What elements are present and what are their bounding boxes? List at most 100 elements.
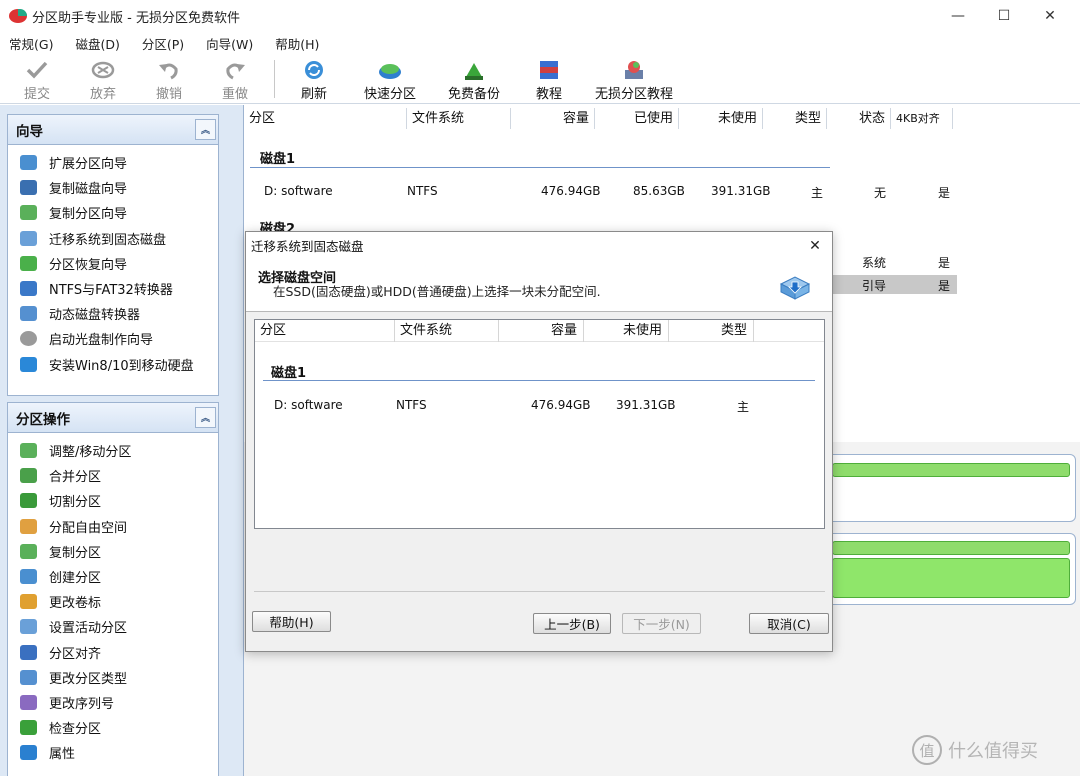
row-free: 391.31GB — [711, 184, 771, 198]
op-resize-move[interactable]: 调整/移动分区 — [8, 438, 218, 463]
op-split[interactable]: 切割分区 — [8, 488, 218, 513]
window-title: 分区助手专业版 - 无损分区免费软件 — [32, 10, 240, 26]
wizard-boot-cd[interactable]: 启动光盘制作向导 — [8, 326, 218, 351]
collapse-icon[interactable]: ︽ — [195, 407, 216, 428]
wizard-ntfs-fat32[interactable]: NTFS与FAT32转换器 — [8, 276, 218, 301]
partition-bar[interactable] — [832, 558, 1070, 598]
col-capacity[interactable]: 容量 — [499, 320, 584, 342]
col-4k-aligned[interactable]: 4KB对齐 — [891, 108, 953, 129]
partition-recovery-icon — [20, 255, 37, 271]
watermark-logo-icon: 值 — [912, 735, 942, 765]
col-filesystem[interactable]: 文件系统 — [395, 320, 499, 342]
free-backup-button[interactable]: 免费备份 — [445, 58, 503, 102]
refresh-button[interactable]: 刷新 — [297, 58, 331, 102]
op-change-label[interactable]: 更改卷标 — [8, 589, 218, 614]
wizard-group-header[interactable]: 向导 ︽ — [8, 115, 218, 145]
col-type[interactable]: 类型 — [763, 108, 827, 129]
menu-wizard[interactable]: 向导(W) — [206, 34, 253, 53]
menu-disk[interactable]: 磁盘(D) — [75, 34, 119, 53]
disk1-map[interactable] — [827, 454, 1076, 522]
op-check-partition[interactable]: 检查分区 — [8, 715, 218, 740]
op-item-label: 更改序列号 — [49, 696, 115, 712]
change-type-icon — [20, 669, 37, 685]
disk-download-icon — [779, 276, 811, 300]
table-row-selected[interactable]: 引导 是 — [830, 275, 957, 294]
col-filesystem[interactable]: 文件系统 — [407, 108, 511, 129]
lossless-tutorial-button[interactable]: 无损分区教程 — [595, 58, 673, 102]
partition-bar[interactable] — [832, 541, 1070, 555]
op-create-partition[interactable]: 创建分区 — [8, 564, 218, 589]
op-merge[interactable]: 合并分区 — [8, 463, 218, 488]
wizard-partition-recovery[interactable]: 分区恢复向导 — [8, 251, 218, 276]
quick-partition-button[interactable]: 快速分区 — [361, 58, 419, 102]
op-set-active[interactable]: 设置活动分区 — [8, 614, 218, 639]
cancel-button[interactable]: 取消(C) — [749, 613, 829, 634]
col-status[interactable]: 状态 — [827, 108, 891, 129]
commit-button[interactable]: 提交 — [20, 58, 54, 102]
tutorial-button[interactable]: 教程 — [533, 58, 565, 102]
help-button[interactable]: 帮助(H) — [252, 611, 331, 632]
redo-button[interactable]: 重做 — [218, 58, 252, 102]
table-header: 分区 文件系统 容量 已使用 未使用 类型 状态 4KB对齐 — [244, 108, 1080, 129]
op-copy-partition[interactable]: 复制分区 — [8, 539, 218, 564]
split-icon — [20, 493, 37, 509]
col-used[interactable]: 已使用 — [595, 108, 679, 129]
col-type[interactable]: 类型 — [669, 320, 754, 342]
col-partition[interactable]: 分区 — [255, 320, 395, 342]
wizard-migrate-os-ssd[interactable]: 迁移系统到固态磁盘 — [8, 226, 218, 251]
properties-icon — [20, 745, 37, 761]
partition-bar[interactable] — [832, 463, 1070, 477]
wizard-item-label: 分区恢复向导 — [49, 257, 128, 273]
copy-partition-icon — [20, 543, 37, 559]
collapse-icon[interactable]: ︽ — [195, 119, 216, 140]
row-capacity: 476.94GB — [541, 184, 601, 198]
row-aligned: 是 — [938, 279, 951, 293]
menu-general[interactable]: 常规(G) — [9, 34, 53, 53]
minimize-button[interactable]: — — [935, 0, 981, 32]
op-change-type[interactable]: 更改分区类型 — [8, 665, 218, 690]
back-button[interactable]: 上一步(B) — [533, 613, 611, 634]
undo-button[interactable]: 撤销 — [152, 58, 186, 102]
tutorial-label: 教程 — [535, 87, 562, 102]
next-button[interactable]: 下一步(N) — [622, 613, 701, 634]
ops-group-header[interactable]: 分区操作 ︽ — [8, 403, 218, 433]
close-button[interactable]: ✕ — [1027, 0, 1073, 32]
menu-help[interactable]: 帮助(H) — [275, 34, 319, 53]
backup-icon — [465, 63, 483, 80]
wizard-extend-partition[interactable]: 扩展分区向导 — [8, 150, 218, 175]
dialog-close-icon[interactable]: ✕ — [798, 232, 832, 259]
toolbar: 提交 放弃 撤销 重做 刷新 快速分区 免费备份 教程 无损分区教程 — [0, 54, 1080, 104]
row-name: D: software — [274, 398, 343, 412]
col-free[interactable]: 未使用 — [679, 108, 763, 129]
create-partition-icon — [20, 569, 37, 585]
op-align[interactable]: 分区对齐 — [8, 640, 218, 665]
wizard-win-to-go[interactable]: 安装Win8/10到移动硬盘 — [8, 352, 218, 377]
row-aligned: 是 — [938, 256, 951, 270]
row-status: 引导 — [862, 279, 887, 293]
col-free[interactable]: 未使用 — [584, 320, 669, 342]
wizard-copy-disk[interactable]: 复制磁盘向导 — [8, 175, 218, 200]
op-item-label: 切割分区 — [49, 495, 102, 511]
col-partition[interactable]: 分区 — [244, 108, 407, 129]
row-used: 85.63GB — [633, 184, 685, 198]
maximize-button[interactable]: ☐ — [981, 0, 1027, 32]
discard-button[interactable]: 放弃 — [86, 58, 120, 102]
op-allocate-free-space[interactable]: 分配自由空间 — [8, 514, 218, 539]
discard-label: 放弃 — [89, 87, 116, 102]
windows-icon — [20, 356, 37, 372]
col-capacity[interactable]: 容量 — [511, 108, 595, 129]
op-item-label: 更改卷标 — [49, 596, 102, 612]
wizard-group: 向导 ︽ 扩展分区向导 复制磁盘向导 复制分区向导 迁移系统到固态磁盘 分区恢复… — [7, 114, 219, 396]
op-properties[interactable]: 属性 — [8, 740, 218, 765]
wizard-dynamic-disk[interactable]: 动态磁盘转换器 — [8, 301, 218, 326]
menu-partition[interactable]: 分区(P) — [142, 34, 184, 53]
wizard-copy-partition[interactable]: 复制分区向导 — [8, 200, 218, 225]
op-item-label: 调整/移动分区 — [49, 445, 132, 461]
ntfs-fat32-icon — [20, 281, 37, 297]
toolbar-separator — [274, 60, 275, 98]
row-status: 系统 — [862, 256, 887, 270]
copy-partition-icon — [20, 205, 37, 221]
disk2-map[interactable] — [827, 533, 1076, 605]
op-item-label: 分区对齐 — [49, 646, 102, 662]
op-change-serial[interactable]: 更改序列号 — [8, 690, 218, 715]
